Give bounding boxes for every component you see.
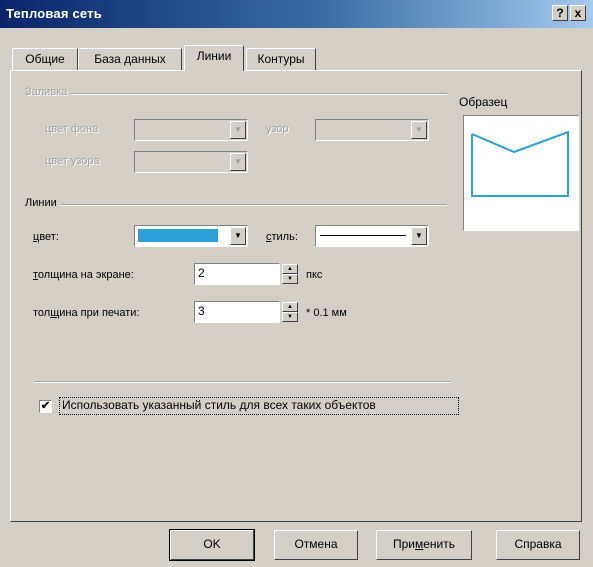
use-style-label[interactable]: Использовать указанный стиль для всех та…	[62, 398, 376, 412]
line-color-swatch	[138, 229, 218, 242]
tab-contours-label: Контуры	[257, 52, 305, 66]
bg-color-select[interactable]: ▼	[134, 119, 248, 141]
line-style-label: стиль:	[266, 231, 298, 243]
chevron-down-icon: ▼	[230, 227, 246, 245]
pattern-label: узор	[266, 123, 289, 135]
chevron-down-icon: ▼	[411, 121, 427, 139]
print-width-label: толщина при печати:	[33, 307, 140, 319]
spin-up-icon[interactable]: ▲	[282, 264, 298, 274]
close-button[interactable]: x	[570, 5, 586, 21]
tab-general-label: Общие	[25, 52, 65, 66]
tab-lines[interactable]: Линии	[184, 45, 244, 71]
line-color-label: цвет:	[33, 231, 59, 243]
solid-line-style-icon	[320, 235, 406, 236]
preview-title: Образец	[459, 95, 508, 109]
screen-width-spinner[interactable]: ▲ ▼	[282, 264, 298, 284]
tab-contours[interactable]: Контуры	[246, 48, 316, 70]
chevron-down-icon: ▼	[411, 227, 427, 245]
line-color-select[interactable]: ▼	[134, 225, 248, 247]
line-style-select[interactable]: ▼	[315, 225, 429, 247]
window-title: Тепловая сеть	[6, 6, 102, 21]
screen-width-unit: пкс	[306, 269, 323, 281]
tab-lines-label: Линии	[196, 49, 232, 63]
screen-width-input[interactable]: 2	[194, 263, 280, 285]
pattern-color-select[interactable]: ▼	[134, 151, 248, 173]
ok-button[interactable]: OK	[169, 529, 255, 561]
tab-database[interactable]: База данных	[78, 48, 182, 70]
tab-database-label: База данных	[94, 52, 166, 66]
separator-line	[35, 381, 451, 383]
print-width-input[interactable]: 3	[194, 301, 280, 323]
fill-group-line	[25, 93, 447, 95]
chevron-down-icon: ▼	[230, 121, 246, 139]
print-width-spinner[interactable]: ▲ ▼	[282, 302, 298, 322]
fill-group-title: Заливка	[25, 86, 72, 98]
lines-group-line	[25, 204, 447, 206]
bg-color-label: цвет фона	[45, 123, 99, 135]
print-width-unit: * 0.1 мм	[306, 307, 347, 319]
help-title-button[interactable]: ?	[552, 5, 568, 21]
use-style-checkbox[interactable]: ✔	[39, 400, 52, 413]
pattern-select[interactable]: ▼	[315, 119, 429, 141]
question-icon: ?	[556, 6, 564, 20]
chevron-down-icon: ▼	[230, 153, 246, 171]
pattern-color-label: цвет узора	[45, 155, 100, 167]
checkmark-icon: ✔	[40, 400, 51, 412]
help-button[interactable]: Справка	[496, 530, 580, 560]
apply-button[interactable]: Применить	[376, 530, 472, 560]
lines-group-title: Линии	[25, 197, 61, 209]
preview-box	[463, 115, 579, 231]
preview-sample-shape	[471, 130, 569, 197]
spin-down-icon[interactable]: ▼	[282, 312, 298, 322]
spin-up-icon[interactable]: ▲	[282, 302, 298, 312]
screen-width-label: толщина на экране:	[33, 269, 134, 281]
title-bar: Тепловая сеть ? x	[0, 0, 593, 28]
close-icon: x	[574, 6, 582, 20]
cancel-button[interactable]: Отмена	[274, 530, 358, 560]
tab-general[interactable]: Общие	[12, 48, 78, 70]
tab-panel-lines: Заливка цвет фона ▼ узор ▼ цвет узора ▼ …	[10, 70, 582, 522]
spin-down-icon[interactable]: ▼	[282, 274, 298, 284]
